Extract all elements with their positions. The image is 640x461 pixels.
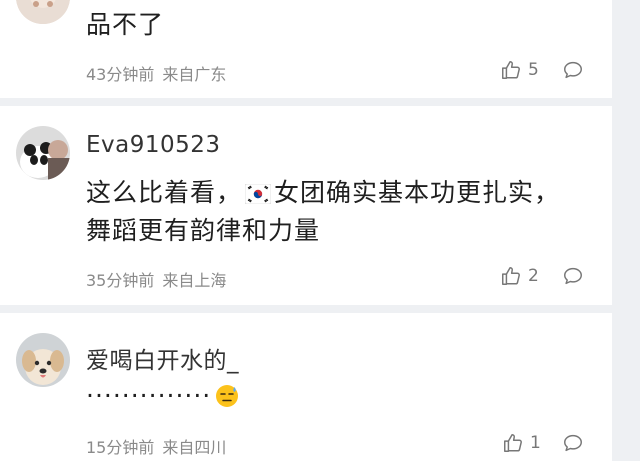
comment-meta: 43分钟前 来自广东 — [86, 61, 226, 85]
comment-text: 品不了 — [86, 10, 165, 39]
comment-text-part2: 女团确实基本功更扎实， — [274, 178, 561, 207]
thumbs-up-icon — [502, 61, 520, 79]
reply-button[interactable] — [562, 432, 584, 458]
comment-location: 来自广东 — [162, 65, 227, 84]
like-button[interactable]: 1 — [502, 432, 541, 454]
username[interactable]: 爱喝白开水的_ — [86, 341, 239, 375]
comment-card-3: 爱喝白开水的_ ·············· 15分钟前 来自四川 1 — [0, 313, 612, 461]
comment-text: ·············· — [86, 377, 239, 415]
comment-bubble-icon — [564, 61, 582, 79]
comment-meta: 15分钟前 来自四川 — [86, 434, 226, 458]
reply-button[interactable] — [562, 59, 584, 85]
like-button[interactable]: 5 — [500, 59, 539, 81]
like-count: 5 — [528, 60, 539, 80]
comment-text-line2: 舞蹈更有韵律和力量 — [86, 216, 321, 245]
like-count: 1 — [530, 433, 541, 453]
comment-text: 这么比着看， 女团确实基本功更扎实， 舞蹈更有韵律和力量 — [86, 174, 560, 250]
comment-time: 35分钟前 — [86, 271, 155, 290]
like-count: 2 — [528, 266, 539, 286]
cold-sweat-emoji-icon — [216, 385, 239, 407]
comment-location: 来自上海 — [162, 271, 227, 290]
page-margin — [612, 0, 640, 461]
like-button[interactable]: 2 — [500, 265, 539, 287]
thumbs-up-icon — [504, 434, 522, 452]
south-korea-flag-icon — [245, 184, 272, 204]
comment-bubble-icon — [564, 267, 582, 285]
comment-location: 来自四川 — [162, 438, 227, 457]
avatar[interactable] — [16, 126, 70, 180]
comment-text-body: ·············· — [86, 381, 212, 410]
comment-card-2: Eva910523 这么比着看， 女团确实基本功更扎实， 舞蹈更有韵律和力量 35… — [0, 106, 612, 305]
comment-meta: 35分钟前 来自上海 — [86, 267, 226, 291]
username[interactable]: Eva910523 — [86, 132, 221, 158]
reply-button[interactable] — [562, 265, 584, 291]
comment-time: 15分钟前 — [86, 438, 155, 457]
avatar[interactable] — [16, 0, 70, 24]
avatar[interactable] — [16, 333, 70, 387]
comment-text-part1: 这么比着看， — [86, 178, 243, 207]
thumbs-up-icon — [502, 267, 520, 285]
comment-card-1: 品不了 43分钟前 来自广东 5 — [0, 0, 612, 98]
comment-bubble-icon — [564, 434, 582, 452]
comment-time: 43分钟前 — [86, 65, 155, 84]
